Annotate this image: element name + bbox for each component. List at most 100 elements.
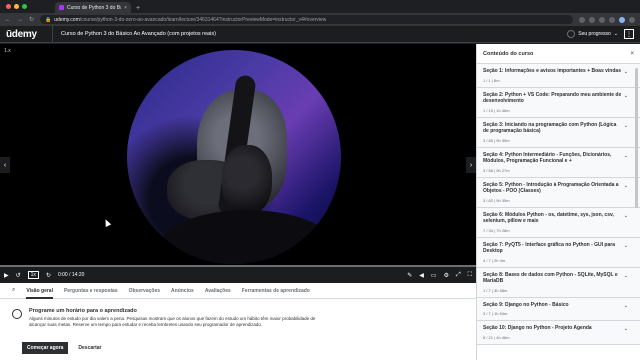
progress-button[interactable]: Seu progresso ⌄ [567,30,618,38]
alarm-clock-icon [12,309,22,319]
playback-speed-button[interactable]: 1x [27,271,39,279]
tab-title: Curso de Python 3 do Básico Ao... [67,4,121,11]
minimize-window-button[interactable] [14,4,19,9]
sidebar-title: Conteúdo do curso [483,50,534,57]
video-overlay-label: 1.x [4,48,11,54]
course-section[interactable]: Seção 6: Módulos Python - os, datetime, … [477,207,640,238]
overview-panel: Programe um horário para o aprendizado A… [0,299,476,360]
section-meta: 8 / 21 | 4h 46m [483,334,510,340]
tab-close-icon[interactable]: × [124,5,127,11]
section-meta: 7 / 34 | 7h 28m [483,227,510,233]
section-meta: 1 / 10 | 1h 46m [483,107,510,113]
address-bar[interactable]: 🔒 udemy.com/course/python-3-do-zero-ao-a… [40,15,573,24]
browser-toolbar: ← → ↻ 🔒 udemy.com/course/python-3-do-zer… [0,13,640,26]
forward-icon[interactable]: → [17,17,23,23]
course-section[interactable]: Seção 9: Django no Python - Básico 3 / 7 … [477,297,640,321]
close-window-button[interactable] [6,4,11,9]
new-tab-button[interactable]: + [136,5,140,12]
add-note-icon[interactable]: ✎ [407,272,412,279]
reload-icon[interactable]: ↻ [29,16,34,23]
bookmark-star-icon[interactable] [579,16,585,23]
tab-notes[interactable]: Observações [129,288,160,294]
course-section[interactable]: Seção 2: Python + VS Code: Preparando me… [477,87,640,118]
chevron-down-icon[interactable]: ⌄ [624,213,628,219]
course-section[interactable]: Seção 10: Django no Python - Projeto Age… [477,321,640,345]
rewind-icon[interactable]: ↺ [16,272,21,279]
section-title: Seção 1: Informações e avisos importante… [483,68,621,74]
forward-icon[interactable]: ↻ [46,272,51,279]
section-title: Seção 2: Python + VS Code: Preparando me… [483,91,622,105]
lecture-tabs: ⌕ Visão geral Perguntas e respostas Obse… [0,283,476,299]
progress-label: Seu progresso [578,31,611,37]
extension-icon[interactable] [599,16,605,23]
extensions-puzzle-icon[interactable] [609,16,615,23]
course-content-sidebar: Conteúdo do curso × Seção 1: Informações… [476,44,640,360]
section-meta: 3 / 7 | 1h 54m [483,311,508,316]
section-meta: 1 / 7 | 3h 58m [483,287,508,293]
tab-announcements[interactable]: Anúncios [171,288,194,294]
course-section[interactable]: Seção 3: Iniciando na programação com Py… [477,117,640,148]
dismiss-button[interactable]: Descartar [78,345,101,351]
chevron-down-icon[interactable]: ⌄ [624,183,628,189]
video-player[interactable]: 1.x ‹ › [0,44,476,265]
section-meta: 3 / 86 | 9h 27m [483,167,510,173]
course-section[interactable]: Seção 1: Informações e avisos importante… [477,64,640,88]
profile-avatar[interactable] [619,16,625,23]
maximize-window-button[interactable] [22,4,27,9]
course-section[interactable]: Seção 8: Bases de dados com Python - SQL… [477,267,640,298]
sidebar-header: Conteúdo do curso × [477,44,640,64]
course-title[interactable]: Curso de Python 3 do Básico Ao Avançado … [52,25,216,43]
tab-qa[interactable]: Perguntas e respostas [64,288,118,294]
browser-menu-icon[interactable] [629,16,635,23]
search-icon[interactable]: ⌕ [12,287,15,294]
tab-learning-tools[interactable]: Ferramentas de aprendizado [242,288,310,294]
course-header: ūdemy Curso de Python 3 do Básico Ao Ava… [0,25,640,43]
section-title: Seção 9: Django no Python - Básico [483,301,569,308]
reminder-description: Alguns minutos de estudo por dia valem a… [29,316,316,327]
more-options-button[interactable]: ⋮ [624,29,634,39]
course-section[interactable]: Seção 7: PyQT5 - Interface gráfica no Py… [477,237,640,268]
previous-lecture-button[interactable]: ‹ [0,157,10,173]
chevron-down-icon[interactable]: ⌄ [624,93,628,99]
browser-tab-strip: Curso de Python 3 do Básico Ao... × + [0,0,640,13]
course-section[interactable]: Seção 5: Python - Introdução à Programaç… [477,177,640,208]
chevron-down-icon[interactable]: ⌄ [624,273,628,279]
learning-reminder: Programe um horário para o aprendizado A… [12,308,319,328]
chevron-down-icon: ⌄ [613,31,618,37]
settings-gear-icon[interactable]: ⚙ [444,272,449,279]
back-icon[interactable]: ← [5,17,11,23]
fullscreen-icon[interactable]: ⛶ [468,272,472,279]
section-title: Seção 7: PyQT5 - Interface gráfica no Py… [483,241,615,255]
url-text: udemy.com/course/python-3-do-zero-ao-ava… [54,16,327,23]
video-frame-instructor [127,50,341,264]
video-progress-bar[interactable] [0,265,476,267]
chevron-down-icon[interactable]: ⌄ [624,69,628,75]
course-section[interactable]: Seção 4: Python Intermediário - Funções,… [477,147,640,178]
sidebar-scrollbar[interactable] [635,68,638,208]
close-icon[interactable]: × [630,51,634,57]
chevron-down-icon[interactable]: ⌄ [624,123,628,129]
lock-icon: 🔒 [45,16,52,23]
extension-icon[interactable] [589,16,595,23]
section-title: Seção 10: Django no Python - Projeto Age… [483,325,592,331]
section-meta: 1 / 1 | 8m [483,77,500,83]
tab-reviews[interactable]: Avaliações [205,288,231,294]
start-now-button[interactable]: Começar agora [22,342,69,354]
next-lecture-button[interactable]: › [466,157,476,173]
section-title: Seção 3: Iniciando na programação com Py… [483,121,617,135]
section-meta: 4 / 7 | 2h 4m [483,257,506,263]
captions-icon[interactable]: ▭ [431,272,437,279]
chevron-down-icon[interactable]: ⌄ [624,303,628,309]
chevron-down-icon[interactable]: ⌄ [624,153,628,159]
chevron-down-icon[interactable]: ⌄ [624,243,628,249]
browser-tab[interactable]: Curso de Python 3 do Básico Ao... × [55,2,131,13]
chevron-down-icon[interactable]: ⌄ [624,326,628,332]
headphones-cup [222,145,272,215]
section-meta: 3 / 82 | 9h 35m [483,197,510,203]
expand-view-icon[interactable]: ⤢ [456,272,461,279]
play-icon[interactable]: ▶ [4,272,9,279]
section-title: Seção 4: Python Intermediário - Funções,… [483,151,612,165]
udemy-logo[interactable]: ūdemy [6,29,52,40]
volume-icon[interactable]: ◀ [419,272,424,279]
tab-overview[interactable]: Visão geral [26,288,53,299]
